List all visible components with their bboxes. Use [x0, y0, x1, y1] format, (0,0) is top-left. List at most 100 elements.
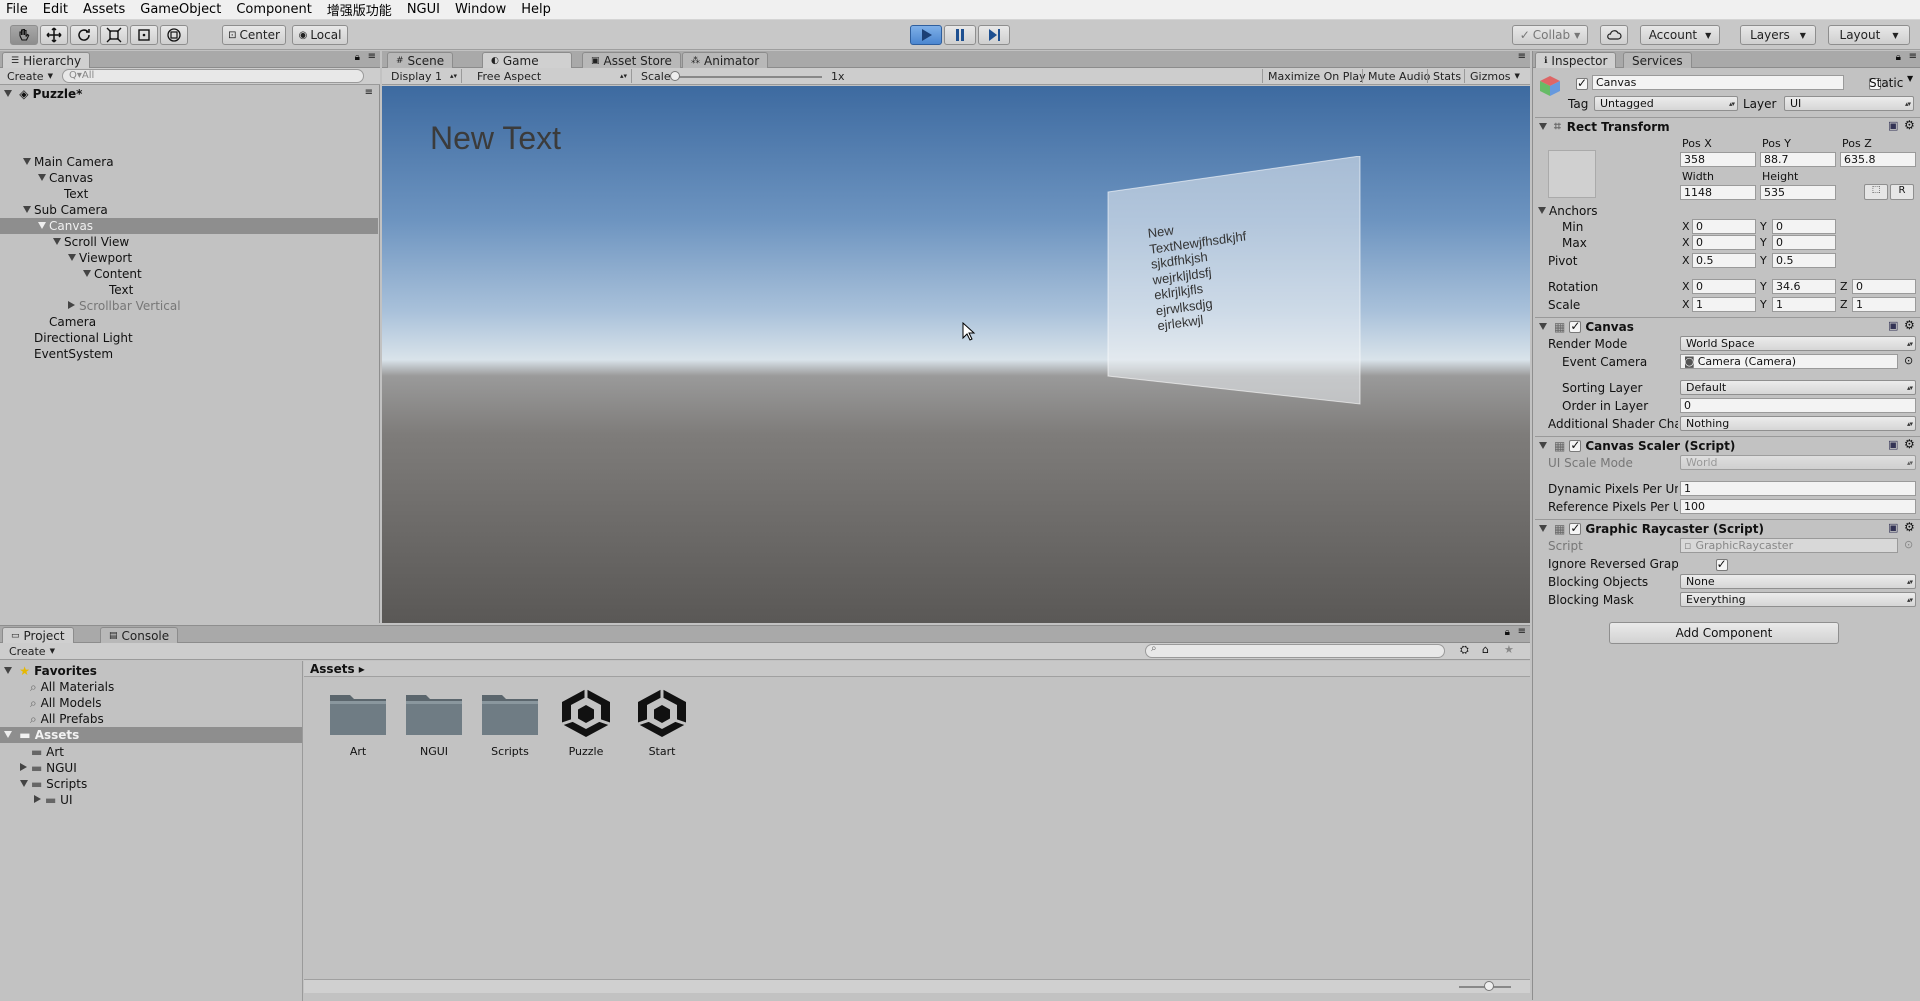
- rotation-x-input[interactable]: 0: [1692, 279, 1756, 294]
- expand-triangle-icon[interactable]: [1539, 442, 1547, 449]
- expand-triangle-icon[interactable]: [38, 174, 46, 181]
- gear-icon[interactable]: ⚙: [1904, 437, 1915, 451]
- panel-menu-icon[interactable]: ≡: [1909, 51, 1917, 62]
- lock-icon[interactable]: 🔒︎: [1896, 52, 1901, 63]
- canvas-scaler-enabled-checkbox[interactable]: [1569, 438, 1582, 452]
- expand-triangle-icon[interactable]: [23, 206, 31, 213]
- anchor-max-y-input[interactable]: 0: [1772, 235, 1836, 250]
- asset-tile[interactable]: Scripts: [472, 683, 548, 763]
- asset-folder-item[interactable]: ▬ NGUI: [20, 761, 77, 775]
- help-book-icon[interactable]: ▣: [1888, 521, 1898, 534]
- project-create-dropdown[interactable]: Create ▼: [4, 644, 56, 658]
- canvas-component-header[interactable]: ▦ Canvas: [1535, 317, 1920, 335]
- collapse-triangle-icon[interactable]: [34, 795, 41, 803]
- expand-triangle-icon[interactable]: [1539, 323, 1547, 330]
- menu-gameobject[interactable]: GameObject: [140, 2, 221, 17]
- lock-icon[interactable]: 🔒︎: [355, 52, 360, 63]
- raycaster-enabled-checkbox[interactable]: [1569, 521, 1582, 535]
- rotation-y-input[interactable]: 34.6: [1772, 279, 1836, 294]
- canvas-enabled-checkbox[interactable]: [1569, 319, 1582, 333]
- event-camera-field[interactable]: ◙ Camera (Camera): [1680, 354, 1898, 369]
- expand-triangle-icon[interactable]: [23, 158, 31, 165]
- tab-scene[interactable]: # Scene: [387, 52, 454, 68]
- graphic-raycaster-header[interactable]: ▦ Graphic Raycaster (Script): [1535, 519, 1920, 537]
- order-in-layer-input[interactable]: 0: [1680, 398, 1916, 413]
- asset-folder-item[interactable]: ▬ UI: [34, 793, 72, 807]
- menu-window[interactable]: Window: [455, 2, 506, 17]
- collapse-triangle-icon[interactable]: [20, 763, 27, 771]
- asset-folder-item[interactable]: ▬ Scripts: [20, 777, 87, 791]
- anchor-min-x-input[interactable]: 0: [1692, 219, 1756, 234]
- anchor-presets-button[interactable]: [1548, 150, 1596, 198]
- mute-audio-toggle[interactable]: Mute Audio: [1362, 69, 1430, 83]
- panel-menu-icon[interactable]: ≡: [1518, 626, 1526, 637]
- tab-asset-store[interactable]: ▣ Asset Store: [582, 52, 681, 68]
- scale-tool-button[interactable]: [100, 25, 128, 45]
- expand-triangle-icon[interactable]: [4, 731, 12, 738]
- object-name-input[interactable]: Canvas: [1592, 75, 1844, 90]
- anchor-max-x-input[interactable]: 0: [1692, 235, 1756, 250]
- hierarchy-item[interactable]: Canvas: [0, 218, 378, 234]
- object-picker-icon[interactable]: ⊙: [1904, 354, 1913, 367]
- chevron-down-icon[interactable]: ▼: [1907, 74, 1913, 83]
- gizmos-dropdown[interactable]: Gizmos ▼: [1464, 69, 1526, 83]
- scale-x-input[interactable]: 1: [1692, 297, 1756, 312]
- hierarchy-item[interactable]: Canvas: [0, 170, 378, 186]
- blocking-objects-dropdown[interactable]: None: [1680, 574, 1916, 589]
- collapse-triangle-icon[interactable]: [68, 301, 75, 309]
- hierarchy-item[interactable]: Content: [0, 266, 378, 282]
- menu-help[interactable]: Help: [521, 2, 551, 17]
- canvas-scaler-header[interactable]: ▦ Canvas Scaler (Script): [1535, 436, 1920, 454]
- anchors-foldout[interactable]: Anchors: [1538, 204, 1598, 218]
- dynamic-pixels-input[interactable]: 1: [1680, 481, 1916, 496]
- menu-assets[interactable]: Assets: [83, 2, 125, 17]
- scale-slider-handle[interactable]: [670, 71, 680, 81]
- additional-shader-dropdown[interactable]: Nothing: [1680, 416, 1916, 431]
- help-book-icon[interactable]: ▣: [1888, 438, 1898, 451]
- hierarchy-search-input[interactable]: Q▾All: [62, 69, 364, 83]
- asset-tile[interactable]: NGUI: [396, 683, 472, 763]
- menu-ngui[interactable]: NGUI: [407, 2, 440, 17]
- expand-triangle-icon[interactable]: [4, 90, 12, 97]
- asset-tile[interactable]: Start: [624, 683, 700, 763]
- scale-z-input[interactable]: 1: [1852, 297, 1916, 312]
- blocking-mask-dropdown[interactable]: Everything: [1680, 592, 1916, 607]
- layer-dropdown[interactable]: UI: [1784, 96, 1914, 111]
- gear-icon[interactable]: ⚙: [1904, 520, 1915, 534]
- asset-tile[interactable]: Puzzle: [548, 683, 624, 763]
- game-viewport[interactable]: New Text New TextNewjfhsdkjhf sjkdfhkjsh…: [382, 86, 1530, 623]
- hierarchy-item[interactable]: Scrollbar Vertical: [0, 298, 378, 314]
- layers-dropdown[interactable]: Layers ▼: [1740, 25, 1816, 45]
- expand-triangle-icon[interactable]: [1538, 207, 1546, 214]
- hierarchy-item[interactable]: Camera: [0, 314, 378, 330]
- expand-triangle-icon[interactable]: [20, 780, 28, 787]
- lock-icon[interactable]: 🔒︎: [1505, 627, 1510, 638]
- pos-y-input[interactable]: 88.7: [1760, 152, 1836, 167]
- render-mode-dropdown[interactable]: World Space: [1680, 336, 1916, 351]
- maximize-on-play-toggle[interactable]: Maximize On Play: [1262, 69, 1366, 83]
- hierarchy-item[interactable]: Viewport: [0, 250, 378, 266]
- pause-button[interactable]: [944, 25, 976, 45]
- height-input[interactable]: 535: [1760, 185, 1836, 200]
- tab-services[interactable]: Services: [1623, 52, 1692, 68]
- expand-triangle-icon[interactable]: [1539, 525, 1547, 532]
- sorting-layer-dropdown[interactable]: Default: [1680, 380, 1916, 395]
- gear-icon[interactable]: ⚙: [1904, 318, 1915, 332]
- favorite-item[interactable]: ⌕ All Materials: [30, 680, 114, 695]
- hierarchy-item[interactable]: Main Camera: [0, 154, 378, 170]
- expand-triangle-icon[interactable]: [38, 222, 46, 229]
- width-input[interactable]: 1148: [1680, 185, 1756, 200]
- breadcrumb-assets[interactable]: Assets ▸: [310, 662, 365, 676]
- expand-triangle-icon[interactable]: [4, 667, 12, 674]
- panel-menu-icon[interactable]: ≡: [368, 51, 376, 62]
- project-search-input[interactable]: ⌕: [1145, 643, 1445, 658]
- reference-pixels-input[interactable]: 100: [1680, 499, 1916, 514]
- filter-type-icon[interactable]: ⛭: [1460, 643, 1469, 657]
- tab-hierarchy[interactable]: ☰ Hierarchy: [2, 52, 91, 68]
- pos-x-input[interactable]: 358: [1680, 152, 1756, 167]
- tab-inspector[interactable]: ℹ Inspector: [1535, 52, 1617, 68]
- pivot-local-button[interactable]: ◉ Local: [292, 25, 348, 45]
- menu-edit[interactable]: Edit: [43, 2, 68, 17]
- active-checkbox[interactable]: [1576, 76, 1588, 90]
- expand-triangle-icon[interactable]: [83, 270, 91, 277]
